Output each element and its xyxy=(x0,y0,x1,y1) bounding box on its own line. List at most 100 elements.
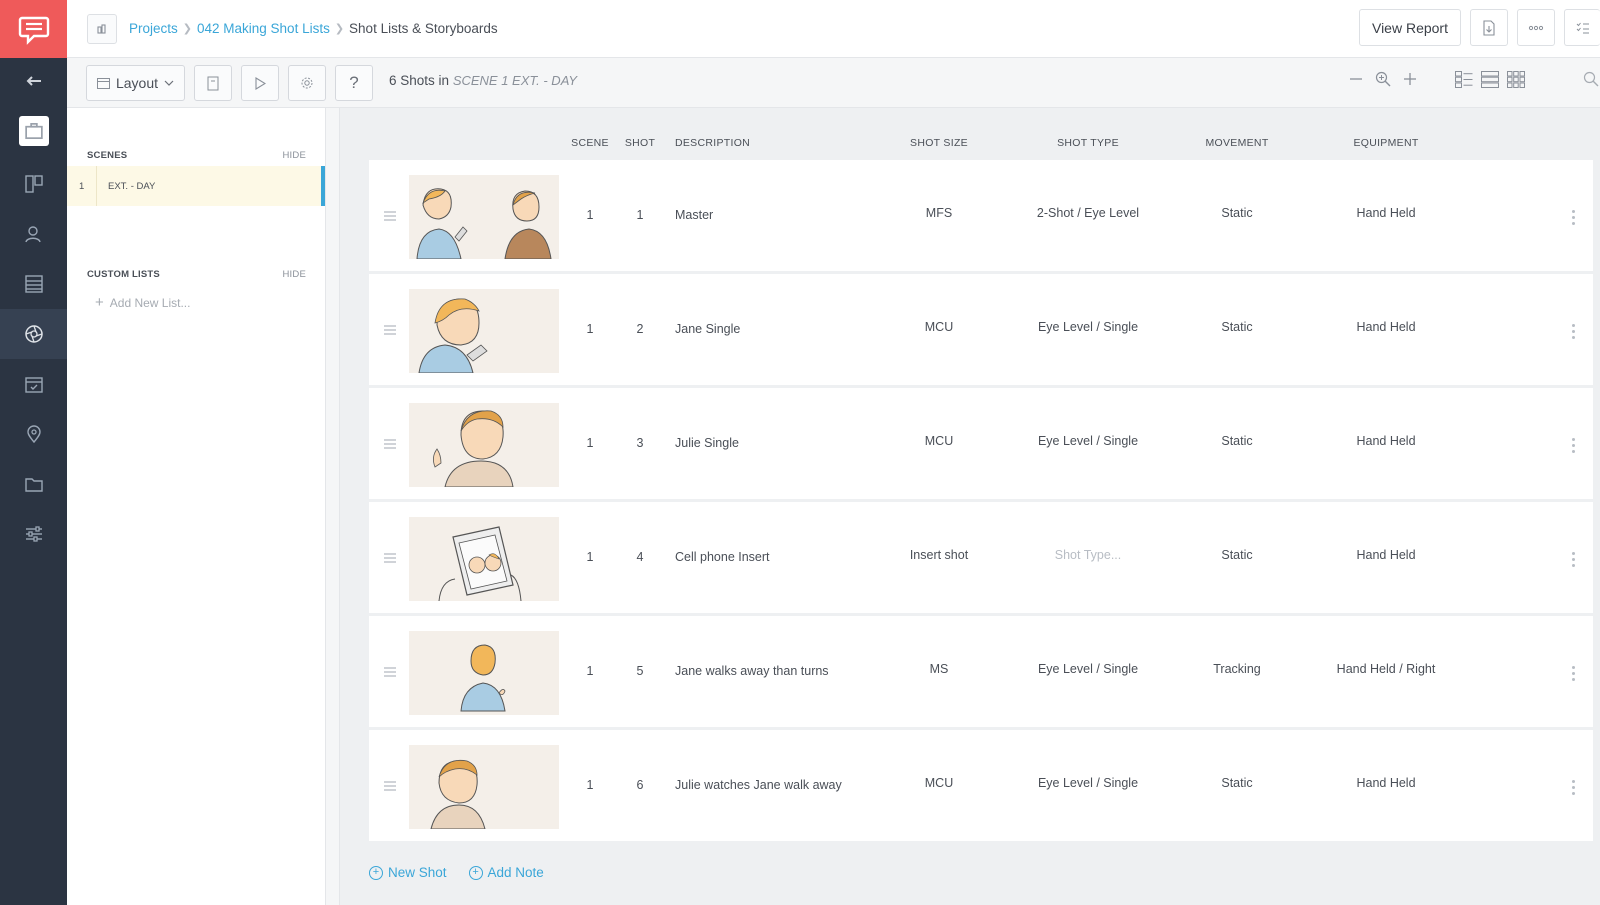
cell-description[interactable]: Jane Single xyxy=(675,322,740,336)
project-home-button[interactable] xyxy=(87,13,117,44)
row-menu-icon[interactable] xyxy=(1572,552,1575,570)
storyboard-thumbnail[interactable] xyxy=(409,745,559,829)
app-logo[interactable] xyxy=(0,0,67,58)
cell-shot-type-placeholder[interactable]: Shot Type... xyxy=(1055,548,1121,562)
new-shot-button[interactable]: + New Shot xyxy=(369,865,447,880)
cell-equipment[interactable]: Hand Held xyxy=(1356,776,1415,790)
row-menu-icon[interactable] xyxy=(1572,666,1575,684)
row-menu-icon[interactable] xyxy=(1572,324,1575,342)
cell-shot-size[interactable]: MS xyxy=(930,662,949,676)
cell-movement[interactable]: Static xyxy=(1221,776,1252,790)
help-button[interactable]: ? xyxy=(335,65,373,101)
cell-scene[interactable]: 1 xyxy=(587,550,594,564)
cell-equipment[interactable]: Hand Held xyxy=(1356,320,1415,334)
cell-shot-type[interactable]: Eye Level / Single xyxy=(1038,662,1138,676)
cell-equipment[interactable]: Hand Held xyxy=(1356,206,1415,220)
storyboard-thumbnail[interactable] xyxy=(409,289,559,373)
storyboard-thumbnail[interactable] xyxy=(409,175,559,259)
scene-item[interactable]: 1 EXT. - DAY xyxy=(67,166,325,206)
zoom-in-icon[interactable] xyxy=(1403,72,1417,86)
rail-item-contacts[interactable] xyxy=(0,209,67,259)
cell-description[interactable]: Cell phone Insert xyxy=(675,550,770,564)
drag-handle-icon[interactable] xyxy=(384,553,396,565)
cell-shot-type[interactable]: Eye Level / Single xyxy=(1038,776,1138,790)
cell-shot-type[interactable]: Eye Level / Single xyxy=(1038,434,1138,448)
cell-shot-size[interactable]: MCU xyxy=(925,434,953,448)
rail-item-locations[interactable] xyxy=(0,409,67,459)
breadcrumb-projects[interactable]: Projects xyxy=(129,21,178,36)
cell-equipment[interactable]: Hand Held / Right xyxy=(1337,662,1436,676)
cell-scene[interactable]: 1 xyxy=(587,322,594,336)
cell-description[interactable]: Julie Single xyxy=(675,436,739,450)
zoom-icon[interactable] xyxy=(1375,71,1391,87)
cell-shot[interactable]: 1 xyxy=(637,208,644,222)
cell-equipment[interactable]: Hand Held xyxy=(1356,548,1415,562)
thumbnail-view-icon[interactable] xyxy=(1507,71,1525,88)
grid-view-icon[interactable] xyxy=(1455,71,1473,88)
rail-item-stripboard[interactable] xyxy=(0,259,67,309)
cell-description[interactable]: Julie watches Jane walk away xyxy=(675,778,842,792)
cell-shot-size[interactable]: MCU xyxy=(925,776,953,790)
zoom-out-icon[interactable] xyxy=(1349,72,1363,86)
table-row[interactable]: 1 4 Cell phone Insert Insert shot Shot T… xyxy=(369,502,1593,616)
rail-item-files[interactable] xyxy=(0,459,67,509)
rail-item-overview[interactable] xyxy=(0,103,67,159)
cell-equipment[interactable]: Hand Held xyxy=(1356,434,1415,448)
cell-movement[interactable]: Static xyxy=(1221,434,1252,448)
back-button[interactable] xyxy=(0,58,67,103)
drag-handle-icon[interactable] xyxy=(384,667,396,679)
cell-shot[interactable]: 3 xyxy=(637,436,644,450)
table-row[interactable]: 1 6 Julie watches Jane walk away MCU Eye… xyxy=(369,730,1593,844)
rail-item-shot-lists[interactable] xyxy=(0,309,67,359)
search-icon[interactable] xyxy=(1583,71,1599,87)
drag-handle-icon[interactable] xyxy=(384,439,396,451)
cell-scene[interactable]: 1 xyxy=(587,778,594,792)
rail-item-storyboards[interactable] xyxy=(0,159,67,209)
row-menu-icon[interactable] xyxy=(1572,780,1575,798)
cell-shot-type[interactable]: Eye Level / Single xyxy=(1038,320,1138,334)
view-report-button[interactable]: View Report xyxy=(1359,9,1461,46)
cell-description[interactable]: Master xyxy=(675,208,713,222)
add-note-button[interactable]: + Add Note xyxy=(468,865,544,880)
drag-handle-icon[interactable] xyxy=(384,325,396,337)
row-menu-icon[interactable] xyxy=(1572,210,1575,228)
export-button[interactable] xyxy=(1470,9,1508,46)
breadcrumb-project[interactable]: 042 Making Shot Lists xyxy=(197,21,330,36)
cell-scene[interactable]: 1 xyxy=(587,664,594,678)
cell-shot-size[interactable]: Insert shot xyxy=(910,548,968,562)
cell-shot-type[interactable]: 2-Shot / Eye Level xyxy=(1037,206,1139,220)
cell-shot[interactable]: 2 xyxy=(637,322,644,336)
cell-movement[interactable]: Tracking xyxy=(1213,662,1260,676)
cell-shot[interactable]: 4 xyxy=(637,550,644,564)
table-row[interactable]: 1 3 Julie Single MCU Eye Level / Single … xyxy=(369,388,1593,502)
row-menu-icon[interactable] xyxy=(1572,438,1575,456)
list-view-icon[interactable] xyxy=(1481,71,1499,88)
custom-lists-hide-button[interactable]: HIDE xyxy=(283,269,307,280)
drag-handle-icon[interactable] xyxy=(384,211,396,223)
checklist-button[interactable] xyxy=(1564,9,1600,46)
table-row[interactable]: 1 5 Jane walks away than turns MS Eye Le… xyxy=(369,616,1593,730)
layout-dropdown[interactable]: Layout xyxy=(86,65,185,101)
storyboard-thumbnail[interactable] xyxy=(409,403,559,487)
storyboard-thumbnail[interactable] xyxy=(409,631,559,715)
settings-button[interactable] xyxy=(288,65,326,101)
cell-scene[interactable]: 1 xyxy=(587,436,594,450)
cell-description[interactable]: Jane walks away than turns xyxy=(675,664,829,678)
cell-shot[interactable]: 5 xyxy=(637,664,644,678)
cell-shot-size[interactable]: MFS xyxy=(926,206,952,220)
cell-shot-size[interactable]: MCU xyxy=(925,320,953,334)
drag-handle-icon[interactable] xyxy=(384,781,396,793)
more-options-button[interactable] xyxy=(1517,9,1555,46)
table-row[interactable]: 1 1 Master MFS 2-Shot / Eye Level Static… xyxy=(369,160,1593,274)
cell-movement[interactable]: Static xyxy=(1221,548,1252,562)
present-button[interactable] xyxy=(241,65,279,101)
scenes-hide-button[interactable]: HIDE xyxy=(283,150,307,161)
add-new-list-button[interactable]: + Add New List... xyxy=(95,294,190,311)
storyboard-thumbnail[interactable] xyxy=(409,517,559,601)
rail-item-settings[interactable] xyxy=(0,509,67,559)
cell-scene[interactable]: 1 xyxy=(587,208,594,222)
cell-shot[interactable]: 6 xyxy=(637,778,644,792)
cell-movement[interactable]: Static xyxy=(1221,206,1252,220)
cell-movement[interactable]: Static xyxy=(1221,320,1252,334)
bookmark-button[interactable] xyxy=(194,65,232,101)
